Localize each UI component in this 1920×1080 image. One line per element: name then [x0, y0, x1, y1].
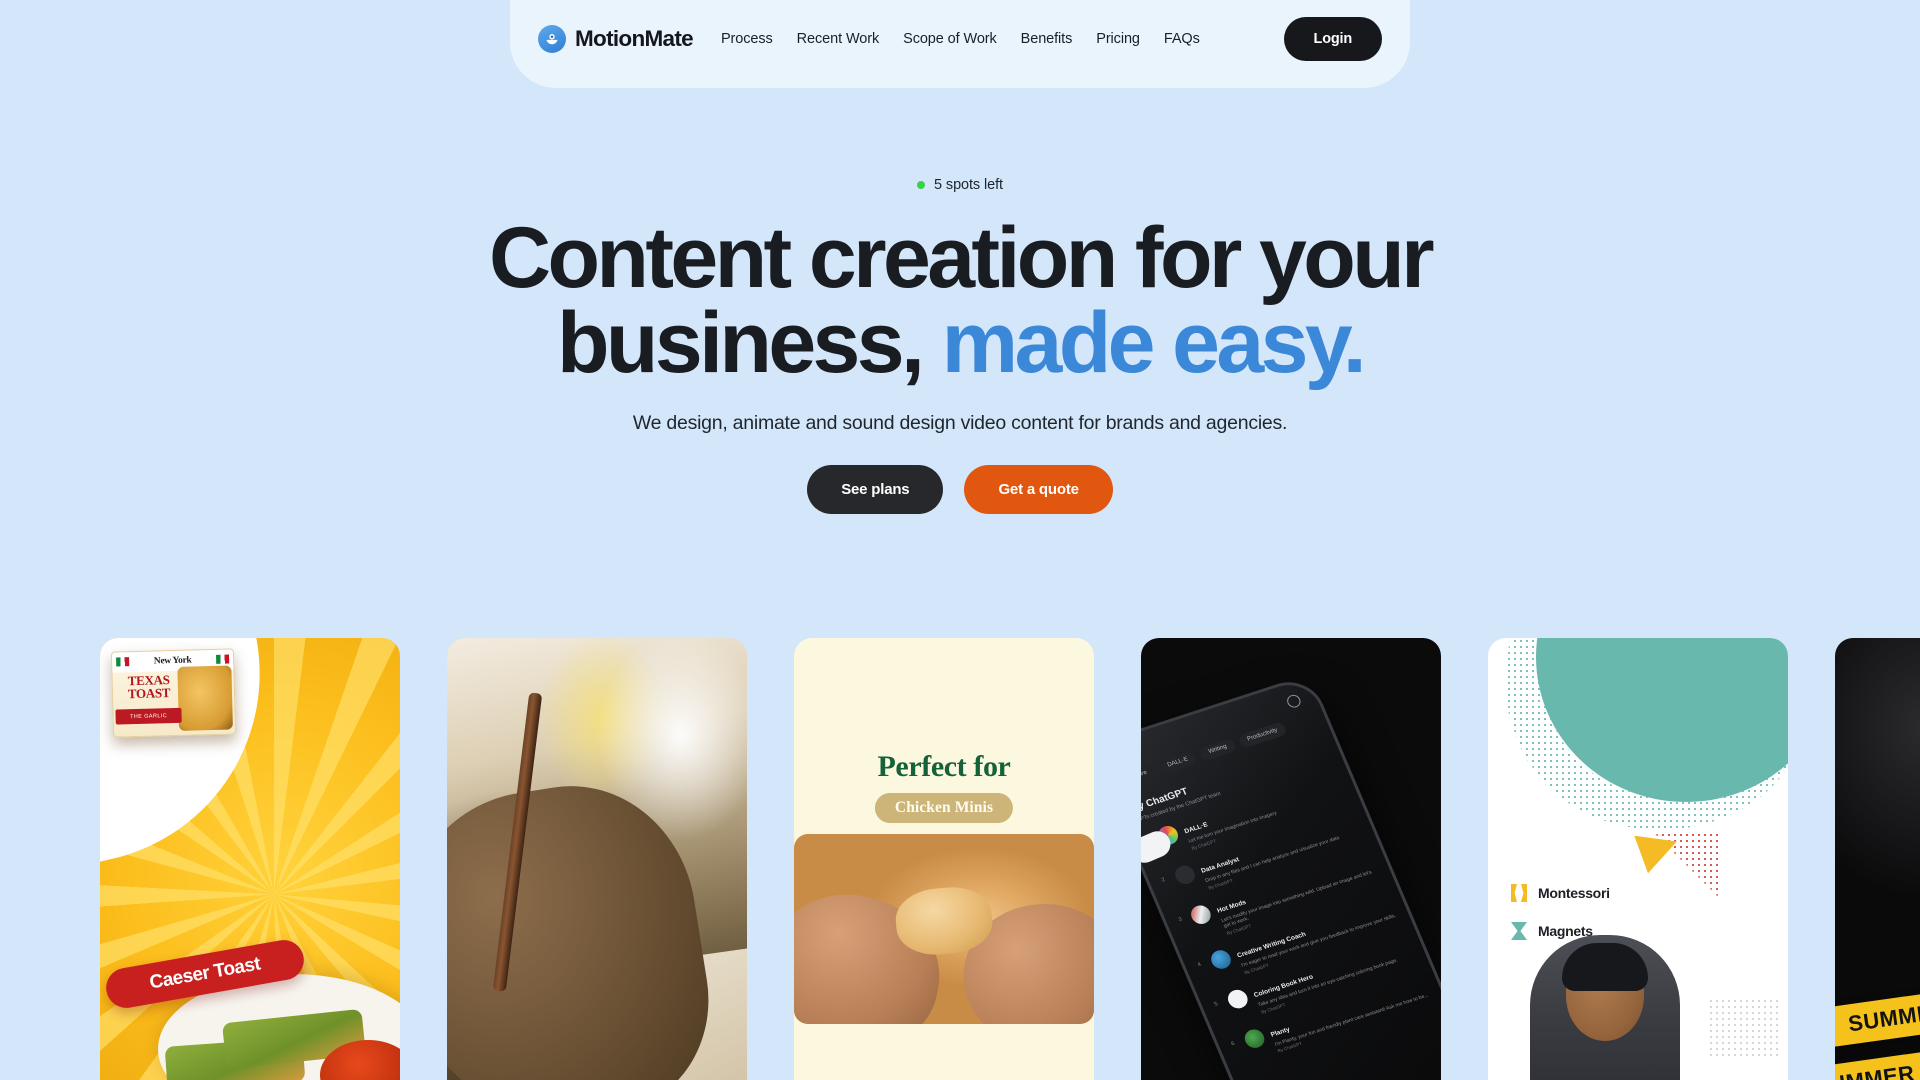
nav-item-recent-work[interactable]: Recent Work [785, 25, 891, 53]
italian-flag-icon [116, 657, 130, 667]
hero-cta-row: See plans Get a quote [0, 465, 1920, 515]
login-button[interactable]: Login [1283, 17, 1382, 61]
gpt-avatar-coloring-book [1224, 987, 1251, 1011]
chip-dalle: DALL·E [1157, 750, 1199, 775]
headline-accent: made easy. [941, 295, 1367, 392]
gpt-name: Planty [1269, 1025, 1291, 1039]
chip-explore: Explore [1141, 763, 1158, 788]
magnet-hourglass-icon [1511, 922, 1527, 940]
gpt-rank: 6 [1230, 1040, 1236, 1047]
package-bread-image [177, 665, 233, 731]
nav-item-scope-of-work[interactable]: Scope of Work [891, 25, 1009, 53]
spots-left-label: 5 spots left [934, 177, 1003, 193]
work-gallery: New York TEXAS TOAST THE GARLIC Caeser T… [0, 638, 1920, 1080]
gallery-card-montessori-magnets[interactable]: Montessori Magnets [1488, 638, 1788, 1080]
gpt-avatar-planty [1241, 1026, 1268, 1050]
gallery-card-chicken-minis[interactable]: Perfect for Chicken Minis sandwiches [794, 638, 1094, 1080]
get-a-quote-button[interactable]: Get a quote [964, 465, 1113, 515]
nav-item-process[interactable]: Process [721, 25, 785, 53]
spots-left-badge: 5 spots left [917, 177, 1003, 193]
hero-subheadline: We design, animate and sound design vide… [632, 412, 1288, 435]
student-photo [1530, 935, 1680, 1080]
student-hair [1562, 943, 1648, 991]
chip-productivity: Productivity [1237, 721, 1288, 749]
montessori-marker-icon [1511, 884, 1527, 902]
italian-flag-icon-right [216, 654, 230, 664]
site-header: MotionMate Process Recent Work Scope of … [0, 0, 1920, 90]
brand-logo-link[interactable]: MotionMate [538, 25, 694, 53]
chicken-minis-heading: Perfect for [877, 750, 1011, 783]
nav-item-benefits[interactable]: Benefits [1009, 25, 1085, 53]
headline-line-2: business, made easy. [0, 300, 1920, 386]
phone-mockup: Explore DALL·E Writing Productivity By C… [1141, 673, 1441, 1080]
gpt-rank: 3 [1177, 916, 1183, 923]
chip-writing: Writing [1198, 737, 1238, 762]
package-title-line2: TOAST [127, 685, 171, 702]
navbar: MotionMate Process Recent Work Scope of … [510, 0, 1410, 88]
chicken-minis-pill: Chicken Minis [874, 793, 1014, 823]
package-title: TEXAS TOAST [117, 672, 180, 702]
package-flavor-label: THE GARLIC [115, 707, 182, 725]
gallery-card-chatgpt-store[interactable]: Explore DALL·E Writing Productivity By C… [1141, 638, 1441, 1080]
see-plans-button[interactable]: See plans [807, 465, 944, 515]
nav-links: Process Recent Work Scope of Work Benefi… [721, 25, 1284, 53]
texas-toast-package: New York TEXAS TOAST THE GARLIC [110, 648, 237, 738]
page-title: Content creation for your business, made… [0, 210, 1920, 386]
gallery-card-summer-sale[interactable]: SUMMER SALE SUMMER SALE [1835, 638, 1920, 1080]
feature-label-montessori: Montessori [1538, 885, 1610, 901]
gallery-card-caeser-toast[interactable]: New York TEXAS TOAST THE GARLIC Caeser T… [100, 638, 400, 1080]
brand-name: MotionMate [575, 26, 694, 51]
feature-row-montessori: Montessori [1511, 884, 1610, 902]
grey-dot-pattern [1708, 998, 1782, 1058]
package-brand-label: New York [153, 655, 192, 667]
nav-item-faqs[interactable]: FAQs [1152, 25, 1212, 53]
gpt-avatar-writing-coach [1208, 947, 1234, 972]
chicken-minis-photo [794, 834, 1094, 1024]
gpt-avatar-data-analyst [1172, 862, 1198, 887]
status-dot-icon [917, 181, 926, 189]
gpt-rank: 5 [1213, 1001, 1219, 1008]
motionmate-eye-logo-icon [538, 25, 566, 53]
hero-section: 5 spots left Content creation for your b… [0, 176, 1920, 515]
gpt-avatar-hot-mods [1188, 902, 1214, 926]
gpt-rank: 4 [1196, 961, 1203, 969]
nav-item-pricing[interactable]: Pricing [1084, 25, 1152, 53]
gallery-card-pencil-sketch[interactable] [447, 638, 747, 1080]
gpt-rank: 2 [1160, 876, 1167, 884]
headline-plain: business, [557, 295, 925, 392]
search-icon [1285, 693, 1303, 710]
gpt-author: By ChatGPT [1276, 1041, 1303, 1054]
headline-line-1: Content creation for your [488, 210, 1435, 306]
